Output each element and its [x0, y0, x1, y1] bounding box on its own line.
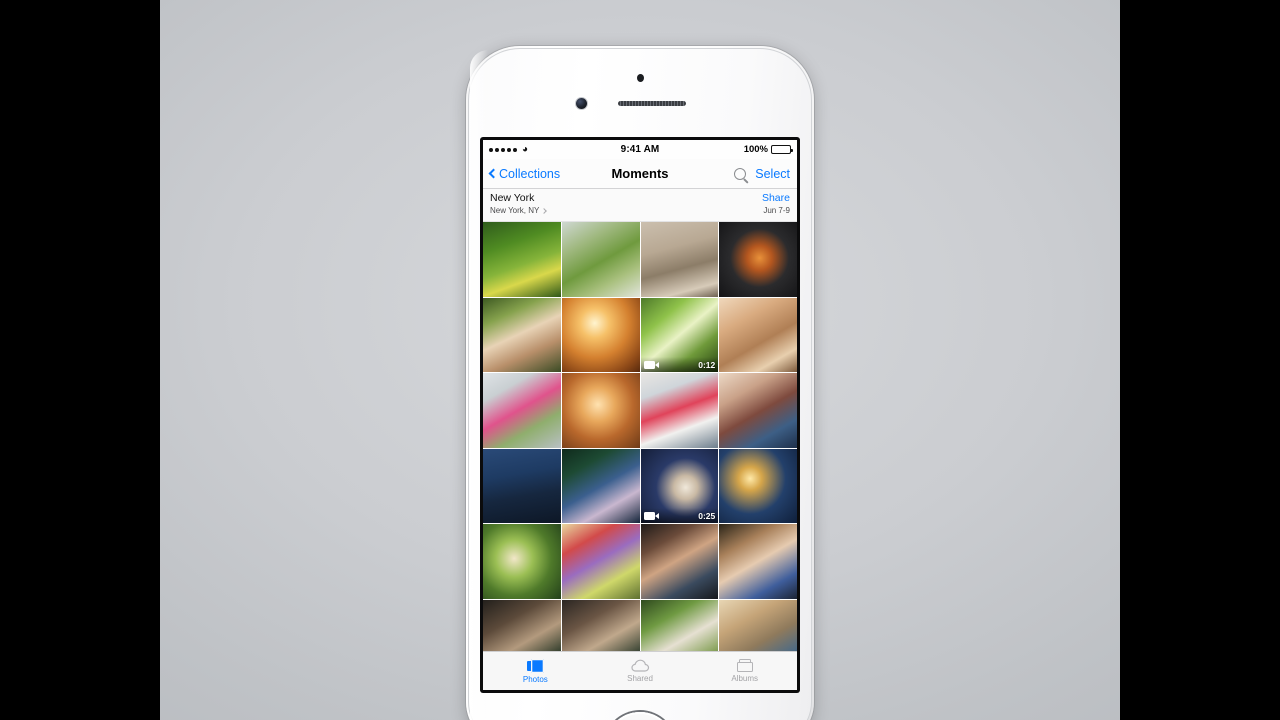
- earpiece-speaker-icon: [618, 101, 686, 106]
- photo-cell[interactable]: [640, 222, 719, 297]
- albums-folder-icon: [736, 659, 753, 672]
- photo-cell[interactable]: [483, 524, 561, 599]
- photo-cell[interactable]: [483, 297, 561, 372]
- back-button[interactable]: Collections: [488, 166, 561, 181]
- status-bar: ◕ 9:41 AM 100%: [483, 140, 797, 159]
- video-badge: 0:25: [640, 508, 719, 523]
- photo-cell[interactable]: [719, 297, 797, 372]
- phone-screen: ◕ 9:41 AM 100% Collections Moments Selec…: [483, 140, 797, 690]
- moment-location-group[interactable]: New York New York, NY: [490, 192, 548, 216]
- photo-cell[interactable]: [561, 524, 640, 599]
- video-badge: 0:12: [640, 357, 719, 372]
- chevron-left-icon: [488, 168, 499, 179]
- share-button[interactable]: Share: [762, 192, 790, 205]
- select-button[interactable]: Select: [755, 167, 790, 181]
- moment-header: New York New York, NY Share Jun 7-9: [483, 189, 797, 222]
- screen-bezel: ◕ 9:41 AM 100% Collections Moments Selec…: [480, 137, 800, 693]
- photo-cell[interactable]: [561, 448, 640, 523]
- letterbox-right: [1120, 0, 1280, 720]
- battery-cap: [791, 149, 793, 152]
- photo-cell[interactable]: 0:25: [640, 448, 719, 523]
- photo-cell[interactable]: [640, 599, 719, 651]
- status-bar-clock: 9:41 AM: [620, 144, 660, 155]
- photo-cell[interactable]: [483, 222, 561, 297]
- moment-meta-group: Share Jun 7-9: [762, 192, 790, 216]
- photo-cell[interactable]: [483, 448, 561, 523]
- back-button-label: Collections: [499, 166, 561, 181]
- photo-cell[interactable]: [483, 599, 561, 651]
- screenshot-stage: ◕ 9:41 AM 100% Collections Moments Selec…: [0, 0, 1280, 720]
- photo-cell[interactable]: [640, 373, 719, 448]
- photo-cell[interactable]: 0:12: [640, 297, 719, 372]
- tab-photos[interactable]: Photos: [483, 652, 588, 690]
- video-duration-label: 0:12: [698, 359, 716, 370]
- moment-subtitle-row[interactable]: New York, NY: [490, 205, 548, 216]
- moment-subtitle: New York, NY: [490, 206, 540, 215]
- moment-date-range: Jun 7-9: [763, 206, 790, 215]
- photo-cell[interactable]: [483, 373, 561, 448]
- battery-icon: [771, 145, 793, 154]
- tab-photos-label: Photos: [522, 674, 548, 684]
- photo-cell[interactable]: [719, 373, 797, 448]
- photos-stack-icon: [526, 658, 544, 673]
- photo-cell[interactable]: [640, 524, 719, 599]
- tab-albums-label: Albums: [731, 674, 759, 683]
- photo-cell[interactable]: [719, 448, 797, 523]
- front-camera-icon: [576, 98, 587, 109]
- tab-albums[interactable]: Albums: [692, 652, 797, 690]
- proximity-sensor-icon: [637, 74, 644, 82]
- photo-cell[interactable]: [561, 222, 640, 297]
- navigation-bar: Collections Moments Select: [483, 159, 797, 189]
- tab-shared[interactable]: Shared: [588, 652, 693, 690]
- search-icon[interactable]: [734, 167, 747, 180]
- photo-cell[interactable]: [561, 599, 640, 651]
- video-camera-icon: [643, 360, 659, 369]
- photo-grid[interactable]: 0:12 0:25: [483, 222, 797, 651]
- iphone-device: ◕ 9:41 AM 100% Collections Moments Selec…: [466, 46, 814, 720]
- moment-title: New York: [490, 192, 535, 204]
- photo-cell[interactable]: [719, 599, 797, 651]
- photo-cell[interactable]: [719, 524, 797, 599]
- video-camera-icon: [643, 511, 659, 520]
- letterbox-left: [0, 0, 160, 720]
- video-duration-label: 0:25: [698, 510, 716, 521]
- tab-bar: Photos Shared Albums: [483, 651, 797, 690]
- chevron-right-icon: [541, 207, 548, 214]
- cloud-icon: [630, 659, 650, 672]
- photo-cell[interactable]: [561, 373, 640, 448]
- photo-cell[interactable]: [561, 297, 640, 372]
- nav-actions: Select: [734, 167, 790, 181]
- photo-cell[interactable]: [719, 222, 797, 297]
- tab-shared-label: Shared: [627, 674, 653, 683]
